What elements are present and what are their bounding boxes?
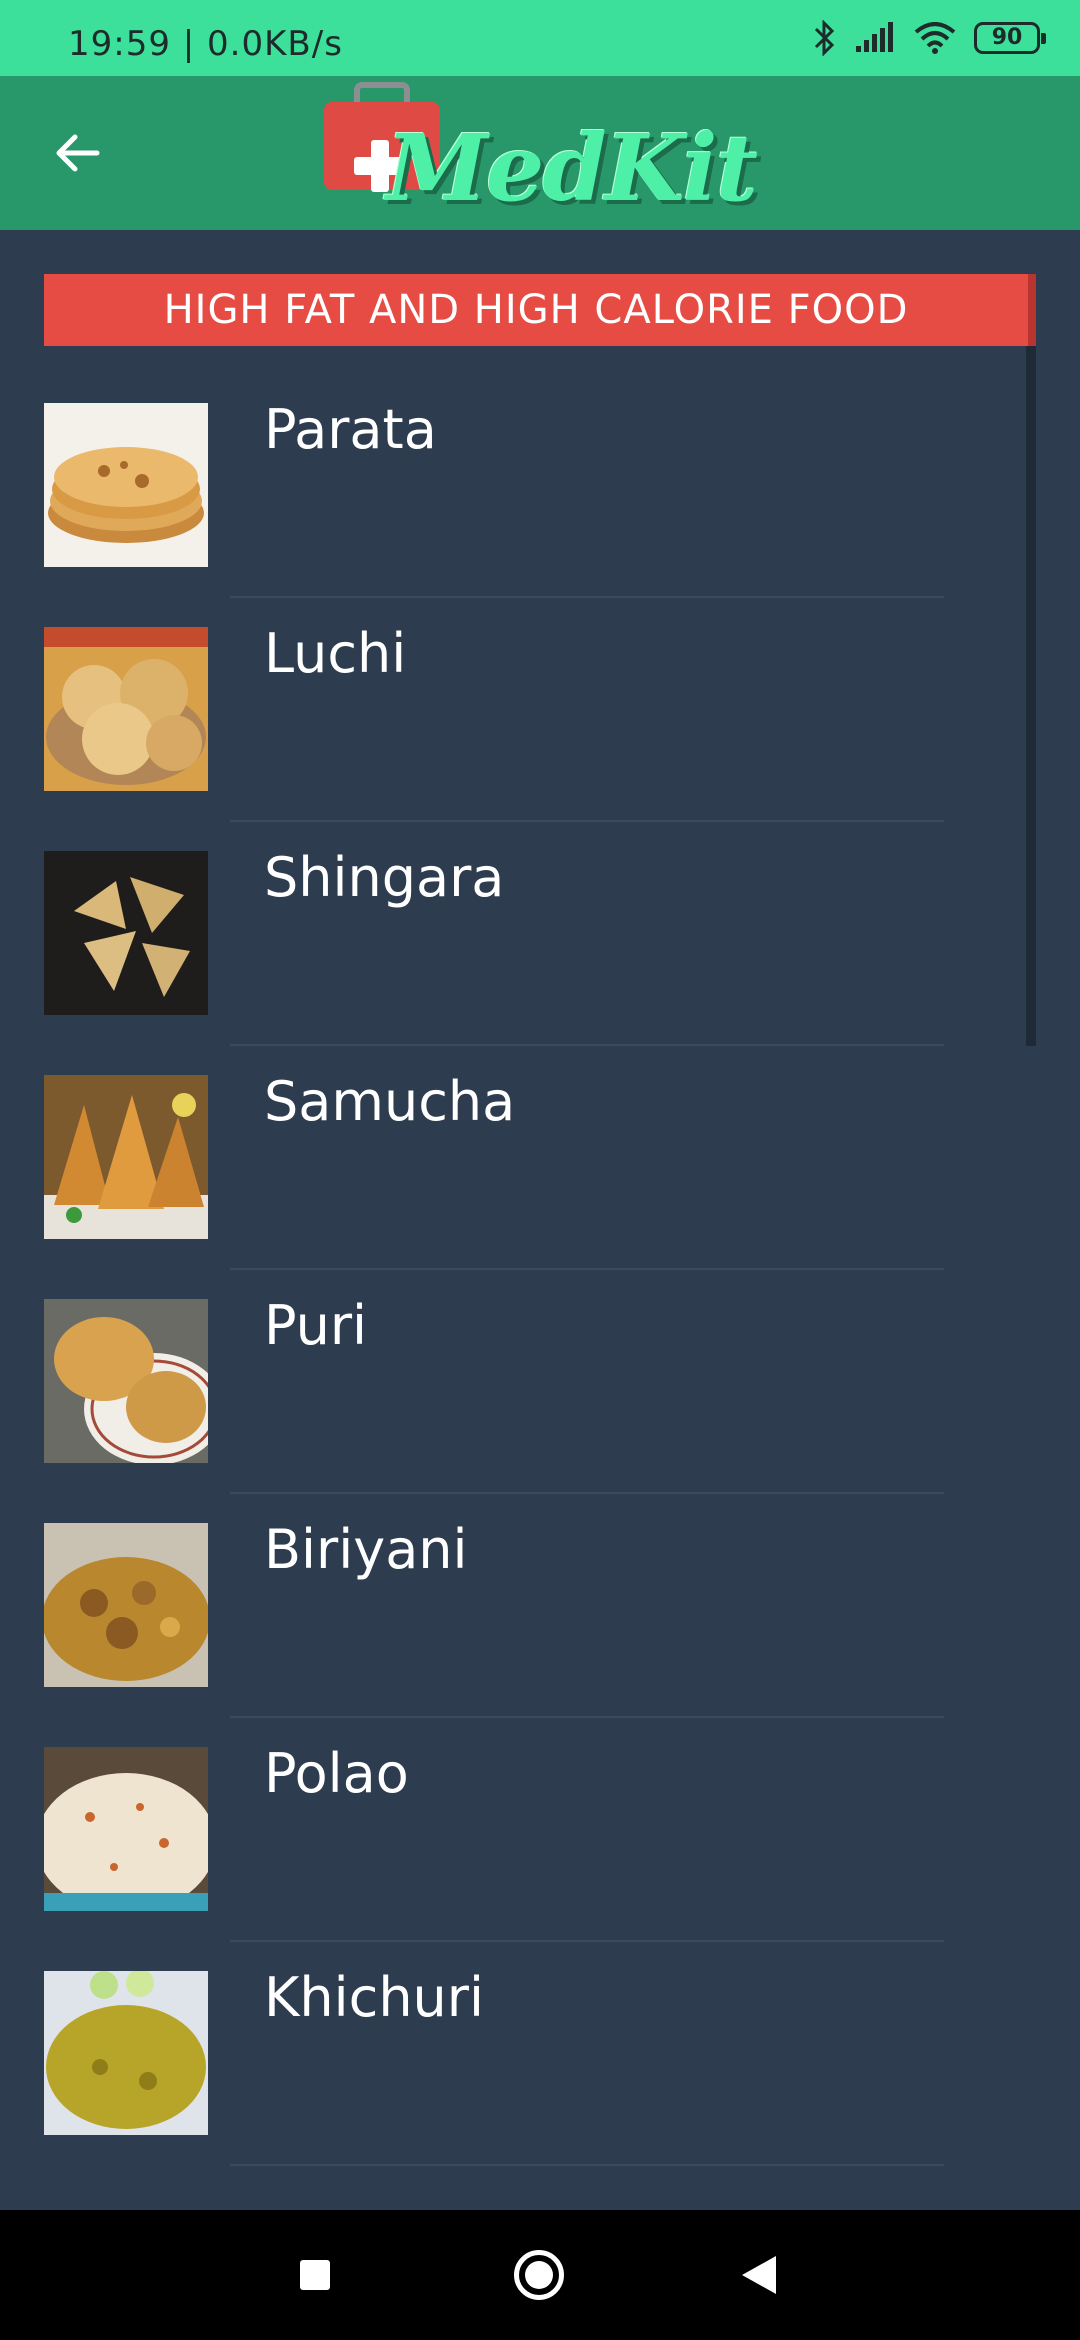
app-bar: MedKit <box>0 76 1080 230</box>
list-item[interactable]: Khichuri <box>0 1942 1080 2166</box>
food-label: Luchi <box>264 622 407 685</box>
medkit-logo: MedKit <box>318 82 758 230</box>
battery-icon: 90 <box>974 22 1046 54</box>
list-item[interactable]: Parata <box>0 374 1080 598</box>
food-label: Khichuri <box>264 1966 484 2029</box>
list-item[interactable]: Luchi <box>0 598 1080 822</box>
list-item[interactable]: Puri <box>0 1270 1080 1494</box>
status-bar: 19:59 | 0.0KB/s 90 <box>0 0 1080 76</box>
puri-image <box>44 1299 208 1463</box>
food-list: Parata Luchi Shingara Samucha Puri Biriy… <box>0 374 1080 2166</box>
polao-image <box>44 1747 208 1911</box>
home-circle-icon[interactable] <box>514 2250 564 2300</box>
biriyani-image <box>44 1523 208 1687</box>
list-item[interactable]: Polao <box>0 1718 1080 1942</box>
bluetooth-icon <box>814 20 835 56</box>
shingara-image <box>44 851 208 1015</box>
samucha-image <box>44 1075 208 1239</box>
food-label: Parata <box>264 398 437 461</box>
food-label: Shingara <box>264 846 505 909</box>
list-item[interactable]: Shingara <box>0 822 1080 1046</box>
battery-level: 90 <box>991 25 1023 50</box>
back-triangle-icon[interactable] <box>742 2256 776 2294</box>
status-time-speed: 19:59 | 0.0KB/s <box>68 24 343 64</box>
logo-text: MedKit <box>386 114 758 222</box>
arrow-left-icon <box>56 134 100 172</box>
system-nav-bar <box>0 2210 1080 2340</box>
section-title: HIGH FAT AND HIGH CALORIE FOOD <box>44 274 1036 346</box>
list-item[interactable]: Biriyani <box>0 1494 1080 1718</box>
parata-image <box>44 403 208 567</box>
back-button[interactable] <box>44 120 110 186</box>
food-label: Biriyani <box>264 1518 468 1581</box>
list-item[interactable]: Samucha <box>0 1046 1080 1270</box>
food-label: Polao <box>264 1742 409 1805</box>
luchi-image <box>44 627 208 791</box>
food-label: Samucha <box>264 1070 516 1133</box>
khichuri-image <box>44 1971 208 2135</box>
signal-icon <box>856 22 893 52</box>
food-label: Puri <box>264 1294 368 1357</box>
wifi-icon <box>914 22 956 54</box>
recents-square-icon[interactable] <box>300 2260 330 2290</box>
status-icons: 90 <box>814 20 1046 56</box>
divider <box>230 2164 944 2166</box>
